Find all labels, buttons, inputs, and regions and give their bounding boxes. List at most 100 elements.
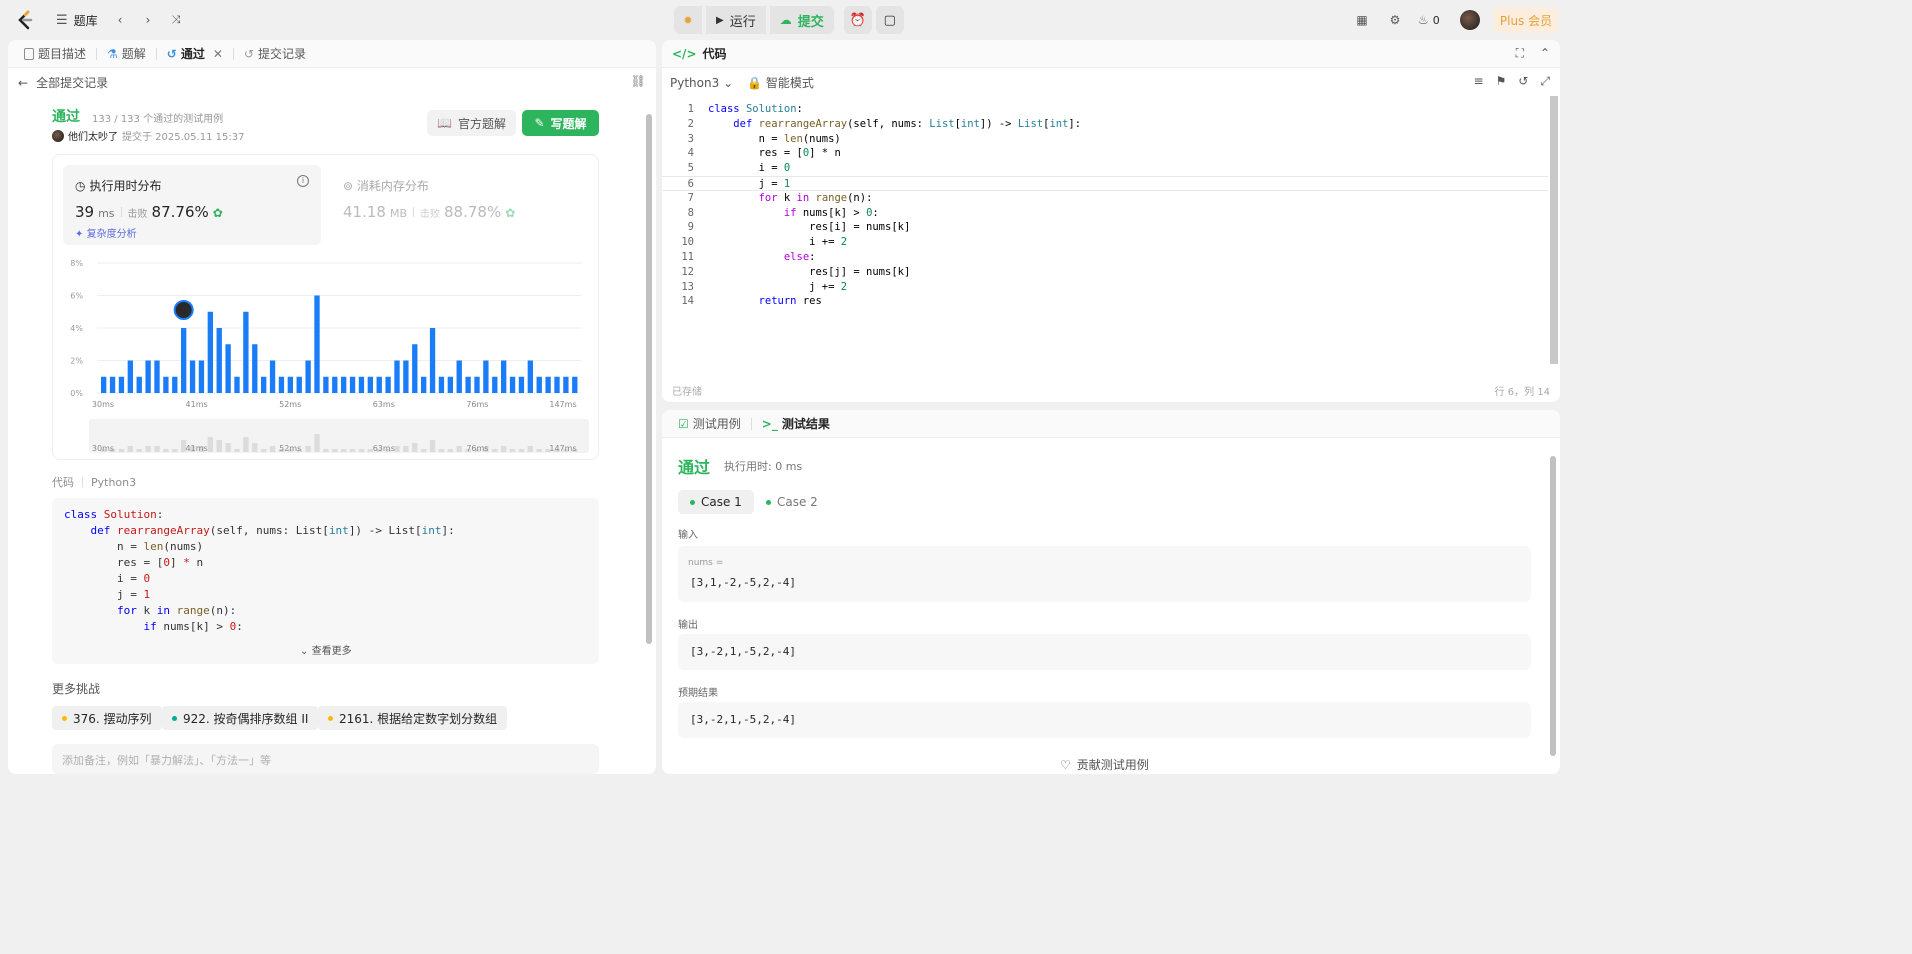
- chart-bar[interactable]: [358, 376, 365, 393]
- chart-bar[interactable]: [118, 376, 125, 393]
- bookmark-icon[interactable]: ⚑: [1496, 74, 1507, 89]
- line-content[interactable]: res[j] = nums[k]: [708, 265, 910, 280]
- line-content[interactable]: res[i] = nums[k]: [708, 220, 910, 235]
- close-icon[interactable]: ✕: [213, 47, 223, 61]
- chart-bar[interactable]: [189, 360, 196, 394]
- back-to-submissions[interactable]: ← 全部提交记录: [18, 74, 108, 91]
- user-avatar[interactable]: [1460, 8, 1480, 32]
- tab-description[interactable]: 题目描述: [18, 45, 92, 62]
- code-line[interactable]: 11 else:: [662, 250, 1548, 265]
- chart-bar[interactable]: [278, 376, 285, 393]
- chart-bar[interactable]: [403, 360, 409, 394]
- code-line[interactable]: 13 j += 2: [662, 280, 1548, 295]
- chart-bar[interactable]: [465, 376, 471, 393]
- settings-button[interactable]: ⚙: [1383, 8, 1407, 32]
- chart-bar[interactable]: [501, 360, 507, 394]
- chart-bar[interactable]: [198, 360, 205, 394]
- submit-button[interactable]: ☁ 提交: [769, 6, 834, 34]
- reset-icon[interactable]: ↺: [1518, 74, 1528, 89]
- chart-bar[interactable]: [323, 376, 329, 393]
- challenge-chip[interactable]: 376. 摆动序列: [52, 706, 162, 730]
- chart-bar[interactable]: [367, 376, 373, 393]
- case-1-tab[interactable]: Case 1: [678, 490, 754, 514]
- chart-bar[interactable]: [127, 360, 133, 394]
- tab-submissions[interactable]: ↺ 提交记录: [238, 45, 312, 62]
- timer-button[interactable]: ⏰: [843, 6, 872, 34]
- random-problem-button[interactable]: ⤨: [164, 8, 188, 32]
- chart-bar[interactable]: [349, 376, 356, 393]
- chart-bar[interactable]: [554, 376, 560, 393]
- code-line[interactable]: 5 i = 0: [662, 161, 1548, 176]
- leetcode-logo[interactable]: [16, 8, 38, 32]
- tab-testcase[interactable]: ☑ 测试用例: [672, 415, 747, 432]
- chart-minimap[interactable]: [89, 419, 589, 453]
- code-line[interactable]: 12 res[j] = nums[k]: [662, 265, 1548, 280]
- case-2-tab[interactable]: Case 2: [754, 490, 830, 514]
- chart-bar[interactable]: [181, 328, 187, 393]
- chart-bar[interactable]: [101, 376, 107, 393]
- chart-bar[interactable]: [518, 376, 525, 393]
- username[interactable]: 他们太吵了: [68, 128, 118, 143]
- chart-bar[interactable]: [332, 376, 338, 393]
- official-solution-button[interactable]: 📖 官方题解: [427, 110, 516, 136]
- chart-bar[interactable]: [314, 295, 320, 394]
- chart-bar[interactable]: [225, 344, 231, 393]
- chart-bar[interactable]: [109, 376, 116, 393]
- smart-mode-toggle[interactable]: 🔒 智能模式: [747, 74, 814, 91]
- editor-scrollbar[interactable]: [1548, 96, 1558, 364]
- scroll-thumb[interactable]: [1550, 96, 1558, 364]
- next-problem-button[interactable]: ›: [136, 8, 160, 32]
- problem-bank-button[interactable]: ☰ 题库: [56, 8, 98, 32]
- chart-bar[interactable]: [145, 360, 151, 394]
- line-content[interactable]: i += 2: [708, 235, 847, 250]
- code-line[interactable]: 6 j = 1: [662, 176, 1548, 191]
- line-content[interactable]: j = 1: [708, 177, 791, 192]
- chart-bar[interactable]: [341, 376, 347, 393]
- chart-bar[interactable]: [136, 376, 142, 393]
- line-content[interactable]: return res: [708, 294, 822, 309]
- chart-bar[interactable]: [252, 344, 258, 393]
- chart-bar[interactable]: [269, 360, 276, 394]
- chart-bar[interactable]: [563, 376, 569, 393]
- layout-button[interactable]: ▦: [1350, 8, 1374, 32]
- code-line[interactable]: 4 res = [0] * n: [662, 146, 1548, 161]
- code-line[interactable]: 8 if nums[k] > 0:: [662, 206, 1548, 221]
- line-content[interactable]: else:: [708, 250, 816, 265]
- result-scrollbar[interactable]: [1548, 446, 1558, 772]
- line-content[interactable]: for k in range(n):: [708, 191, 873, 206]
- streak-button[interactable]: ♨ 0: [1418, 8, 1440, 32]
- complexity-analysis-link[interactable]: ✦ 复杂度分析: [75, 225, 137, 240]
- run-button[interactable]: ▶ 运行: [706, 6, 766, 34]
- show-more-link[interactable]: ⌄ 查看更多: [300, 642, 352, 657]
- chart-bar[interactable]: [261, 376, 267, 393]
- chart-bar[interactable]: [456, 360, 462, 394]
- fullscreen-icon[interactable]: ⛶: [1516, 46, 1524, 61]
- code-line[interactable]: 7 for k in range(n):: [662, 191, 1548, 206]
- plus-membership-button[interactable]: Plus 会员: [1493, 7, 1559, 33]
- chart-bar[interactable]: [429, 328, 436, 393]
- code-line[interactable]: 10 i += 2: [662, 235, 1548, 250]
- chart-bar[interactable]: [154, 360, 160, 394]
- runtime-stat[interactable]: ◷ 执行用时分布 i 39 ms 击败 87.76% ✿ ✦ 复杂度分析: [63, 165, 321, 245]
- info-icon[interactable]: i: [297, 175, 309, 187]
- prev-problem-button[interactable]: ‹: [108, 8, 132, 32]
- chart-bar[interactable]: [385, 376, 391, 393]
- line-content[interactable]: def rearrangeArray(self, nums: List[int]…: [708, 117, 1081, 132]
- chart-bar[interactable]: [509, 376, 516, 393]
- chart-bar[interactable]: [207, 311, 213, 393]
- challenge-chip[interactable]: 2161. 根据给定数字划分数组: [318, 706, 508, 730]
- code-editor[interactable]: 1 class Solution: 2 def rearrangeArray(sel…: [662, 100, 1548, 372]
- runtime-distribution-chart[interactable]: 8% 6% 4% 2% 0% 30ms 41ms 52ms 63ms 76ms 147ms 30ms 4…: [53, 247, 598, 457]
- left-scrollbar[interactable]: [645, 100, 653, 770]
- code-line[interactable]: 2 def rearrangeArray(self, nums: List[in…: [662, 117, 1548, 132]
- scroll-thumb[interactable]: [1550, 456, 1556, 756]
- chart-bar[interactable]: [474, 376, 480, 393]
- code-line[interactable]: 14 return res: [662, 294, 1548, 309]
- chart-bar[interactable]: [527, 360, 533, 394]
- chart-bar[interactable]: [492, 376, 498, 393]
- chart-bar[interactable]: [234, 376, 240, 393]
- collapse-icon[interactable]: ⌃: [1540, 46, 1550, 60]
- chart-bar[interactable]: [376, 376, 382, 393]
- contribute-testcase-button[interactable]: ♡ 贡献测试用例: [1060, 756, 1149, 773]
- chart-bar[interactable]: [572, 376, 578, 393]
